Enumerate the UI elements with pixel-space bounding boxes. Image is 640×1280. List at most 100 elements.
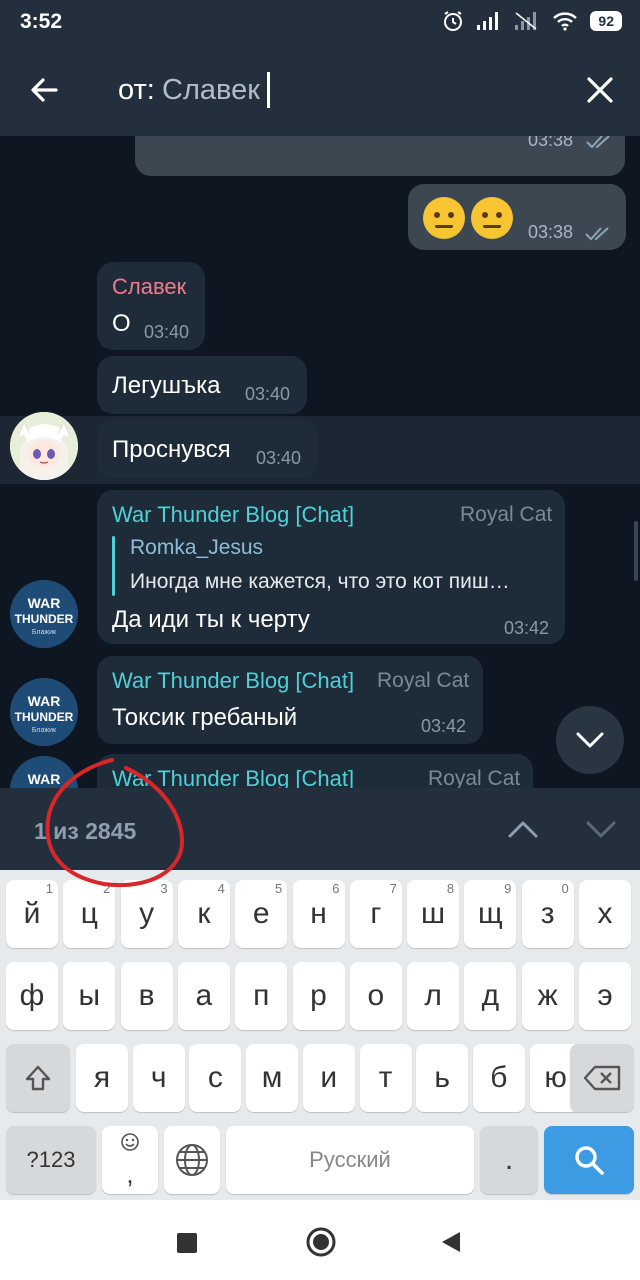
battery-indicator: 92 xyxy=(590,11,622,31)
key-л[interactable]: л xyxy=(407,962,460,1030)
key-м[interactable]: м xyxy=(246,1044,299,1112)
key-ч[interactable]: ч xyxy=(132,1044,185,1112)
message-incoming[interactable]: Славек О 03:40 xyxy=(97,262,205,350)
emoji-comma-key[interactable]: , xyxy=(102,1126,158,1194)
key-и[interactable]: и xyxy=(302,1044,355,1112)
message-outgoing[interactable]: 03:38 xyxy=(408,184,626,250)
key-к[interactable]: к4 xyxy=(177,880,230,948)
scroll-down-button[interactable] xyxy=(556,706,624,774)
key-з[interactable]: з0 xyxy=(521,880,574,948)
chat-name[interactable]: War Thunder Blog [Chat] xyxy=(112,766,354,788)
chat-name[interactable]: War Thunder Blog [Chat] xyxy=(112,502,354,528)
key-ж[interactable]: ж xyxy=(521,962,574,1030)
key-о[interactable]: о xyxy=(349,962,402,1030)
search-result-count: 1 из 2845 xyxy=(34,818,137,844)
key-у[interactable]: у3 xyxy=(120,880,173,948)
neutral-face-emoji xyxy=(471,197,513,239)
key-х[interactable]: х xyxy=(579,880,631,948)
war-thunder-logo-icon: WAR THUNDER Блажик xyxy=(10,678,78,746)
group-avatar[interactable]: WAR xyxy=(10,756,78,788)
language-key[interactable] xyxy=(164,1126,220,1194)
key-ш[interactable]: ш8 xyxy=(407,880,460,948)
key-т[interactable]: т xyxy=(359,1044,412,1112)
key-с[interactable]: с xyxy=(189,1044,242,1112)
backspace-key[interactable] xyxy=(570,1044,634,1112)
key-ь[interactable]: ь xyxy=(416,1044,469,1112)
scrollbar[interactable] xyxy=(634,521,638,581)
key-label: у xyxy=(139,897,155,930)
back-arrow-icon[interactable] xyxy=(26,72,62,108)
search-input[interactable]: Славек xyxy=(162,74,260,107)
user-avatar[interactable] xyxy=(10,412,78,480)
svg-text:WAR: WAR xyxy=(28,693,61,709)
key-б[interactable]: б xyxy=(472,1044,525,1112)
message-outgoing[interactable]: 03:38 xyxy=(135,136,625,176)
sender-name[interactable]: Славек xyxy=(112,274,186,300)
back-triangle-icon[interactable] xyxy=(440,1230,462,1254)
key-label: ш xyxy=(421,897,446,930)
shift-key[interactable] xyxy=(6,1044,70,1112)
status-icons: 92 xyxy=(442,10,622,32)
signal-2-icon xyxy=(515,12,537,30)
key-э[interactable]: э xyxy=(579,962,631,1030)
key-н[interactable]: н6 xyxy=(292,880,345,948)
message-text: Токсик гребаный xyxy=(112,704,298,731)
status-time: 3:52 xyxy=(20,10,63,33)
message-text: Легушъка xyxy=(112,372,221,399)
key-я[interactable]: я xyxy=(76,1044,128,1112)
status-bar: 3:52 92 xyxy=(0,0,640,44)
search-result-highlight xyxy=(0,416,640,484)
chevron-up-icon[interactable] xyxy=(506,816,540,842)
space-key[interactable]: Русский xyxy=(226,1126,474,1194)
key-label: х xyxy=(597,897,613,930)
key-щ[interactable]: щ9 xyxy=(464,880,517,948)
key-а[interactable]: а xyxy=(177,962,230,1030)
chevron-down-icon[interactable] xyxy=(584,816,618,842)
period-key[interactable]: . xyxy=(480,1126,538,1194)
message-incoming[interactable]: War Thunder Blog [Chat] Royal Cat Romka_… xyxy=(97,490,565,644)
svg-text:WAR: WAR xyxy=(28,771,61,787)
symbols-key[interactable]: ?123 xyxy=(6,1126,96,1194)
svg-text:WAR: WAR xyxy=(28,595,61,611)
key-г[interactable]: г7 xyxy=(349,880,402,948)
recents-square-icon[interactable] xyxy=(176,1232,198,1254)
message-incoming[interactable]: War Thunder Blog [Chat] Royal Cat Токсик… xyxy=(97,656,483,744)
group-avatar[interactable]: WAR THUNDER Блажик xyxy=(10,580,78,648)
message-incoming[interactable]: Легушъка 03:40 xyxy=(97,356,307,414)
read-checkmarks-icon xyxy=(585,227,609,241)
key-number-hint: 6 xyxy=(332,881,340,896)
search-key[interactable] xyxy=(544,1126,634,1194)
home-circle-icon[interactable] xyxy=(305,1226,337,1258)
chat-history[interactable]: 03:38 03:38 Славек О 03:40 Легушъка 03:4… xyxy=(0,136,640,788)
anime-avatar-icon xyxy=(10,412,78,480)
svg-text:THUNDER: THUNDER xyxy=(15,612,74,626)
key-в[interactable]: в xyxy=(120,962,173,1030)
signal-icon xyxy=(477,12,499,30)
key-д[interactable]: д xyxy=(464,962,517,1030)
key-ф[interactable]: ф xyxy=(6,962,58,1030)
svg-text:Блажик: Блажик xyxy=(32,727,57,734)
author-title: Royal Cat xyxy=(428,767,521,788)
key-label: к xyxy=(197,897,211,930)
key-п[interactable]: п xyxy=(235,962,288,1030)
group-avatar[interactable]: WAR THUNDER Блажик xyxy=(10,678,78,746)
author-title: Royal Cat xyxy=(460,503,553,526)
key-р[interactable]: р xyxy=(292,962,345,1030)
alarm-icon xyxy=(444,11,463,31)
message-incoming[interactable]: Проснувся 03:40 xyxy=(97,420,317,478)
key-label: й xyxy=(23,897,41,930)
key-й[interactable]: й1 xyxy=(6,880,58,948)
reply-text[interactable]: Иногда мне кажется, что это кот пиш… xyxy=(130,570,510,594)
search-results-bar: 1 из 2845 xyxy=(0,788,640,870)
close-icon[interactable] xyxy=(584,74,616,106)
message-incoming[interactable]: War Thunder Blog [Chat] Royal Cat xyxy=(97,754,533,788)
message-emoji xyxy=(422,196,514,240)
reply-author[interactable]: Romka_Jesus xyxy=(130,536,263,560)
search-filter-prefix[interactable]: от: xyxy=(118,74,155,107)
key-ы[interactable]: ы xyxy=(63,962,116,1030)
svg-text:THUNDER: THUNDER xyxy=(15,710,74,724)
key-ц[interactable]: ц2 xyxy=(63,880,116,948)
key-е[interactable]: е5 xyxy=(235,880,288,948)
chat-name[interactable]: War Thunder Blog [Chat] xyxy=(112,668,354,694)
telegram-app: 3:52 92 от: Славек 03:38 03:38 Славек О … xyxy=(0,0,640,1280)
